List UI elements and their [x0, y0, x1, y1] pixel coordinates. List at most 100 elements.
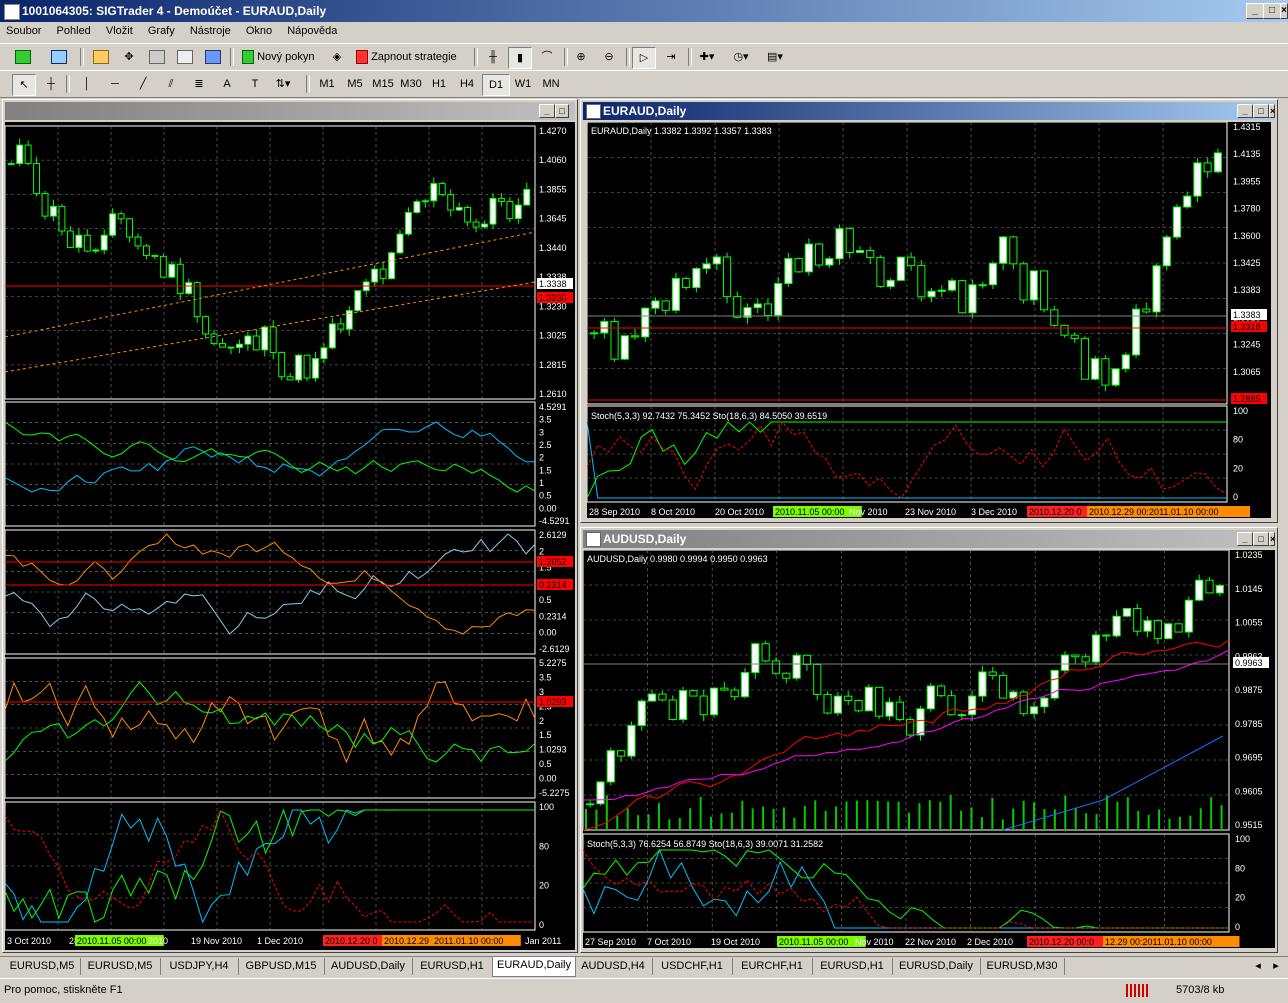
volume-bar — [1105, 795, 1108, 830]
chart-tab[interactable]: EURUSD,M5 — [4, 958, 81, 975]
chart-window-left-titlebar[interactable]: _ □ — [5, 102, 575, 120]
new-order-button[interactable]: Nový pokyn — [238, 47, 319, 67]
market-watch-icon[interactable] — [90, 47, 112, 67]
left-chart-area[interactable]: 1.4270 1.4060 1.3855 1.3645 1.3440 1.3338 1.32… — [4, 122, 575, 950]
timeframe-h1[interactable]: H1 — [426, 74, 452, 94]
menu-view[interactable]: Pohled — [51, 22, 97, 40]
profiles-icon[interactable] — [48, 47, 70, 67]
menu-charts[interactable]: Grafy — [142, 22, 181, 40]
fibonacci-icon[interactable]: ≣ — [188, 74, 210, 94]
menu-file[interactable]: Soubor — [0, 22, 47, 40]
audusd-close-button[interactable]: × — [1269, 532, 1275, 546]
audusd-chart-area[interactable]: AUDUSD,Daily 0.9980 0.9994 0.9950 0.9963… — [582, 549, 1275, 948]
candle-body — [337, 323, 345, 330]
candle-body — [75, 234, 83, 249]
navigator-icon[interactable] — [146, 47, 168, 67]
candle-body — [58, 205, 66, 232]
euraud-close-button[interactable]: × — [1269, 104, 1275, 118]
text-icon[interactable]: A — [216, 74, 238, 94]
volume-bar — [876, 800, 879, 830]
chart-window-left[interactable]: _ □ 1.4270 1.4060 1.3855 1.3645 1.3440 1.3338… — [2, 99, 578, 953]
chart-tab[interactable]: AUDUSD,H4 — [574, 958, 653, 975]
chart-tab[interactable]: EURUSD,M30 — [980, 958, 1065, 975]
volume-bar — [1220, 805, 1223, 830]
audusd-chart-svg[interactable]: AUDUSD,Daily 0.9980 0.9994 0.9950 0.9963… — [582, 549, 1275, 948]
euraud-titlebar[interactable]: EURAUD,Daily _ □ × — [583, 102, 1275, 120]
menu-window[interactable]: Okno — [240, 22, 278, 40]
text-label-icon[interactable]: T — [244, 74, 266, 94]
horizontal-line-icon[interactable]: ─ — [104, 74, 126, 94]
audusd-maximize-button[interactable]: □ — [1253, 532, 1269, 546]
arrows-icon[interactable]: ⇅▾ — [272, 74, 294, 94]
candlestick-icon[interactable]: ▮ — [508, 47, 532, 69]
euraud-maximize-button[interactable]: □ — [1253, 104, 1269, 118]
autoscroll-icon[interactable]: ▷ — [632, 47, 656, 69]
candle-body — [168, 263, 176, 278]
timeframe-mn[interactable]: MN — [538, 74, 564, 94]
audusd-titlebar[interactable]: AUDUSD,Daily _ □ × — [583, 530, 1275, 548]
chart-shift-icon[interactable]: ⇥ — [660, 47, 682, 67]
volume-bar — [616, 816, 619, 830]
chart-window-euraud[interactable]: EURAUD,Daily _ □ × EURAUD,Daily 1.3382 1… — [580, 99, 1278, 523]
zoom-in-icon[interactable]: ⊕ — [570, 47, 592, 67]
candle-body — [968, 284, 977, 314]
candle-body — [303, 354, 311, 379]
timeframe-h4[interactable]: H4 — [454, 74, 480, 94]
audusd-minimize-button[interactable]: _ — [1237, 532, 1253, 546]
timeframe-w1[interactable]: W1 — [510, 74, 536, 94]
maximize-button[interactable]: □ — [1263, 3, 1281, 19]
auto-strategy-button[interactable]: Zapnout strategie — [352, 47, 461, 67]
vertical-line-icon[interactable]: │ — [76, 74, 98, 94]
chart-tab[interactable]: AUDUSD,Daily — [324, 958, 413, 975]
minimize-button[interactable]: _ — [1246, 3, 1264, 19]
menu-insert[interactable]: Vložit — [100, 22, 139, 40]
chart-tab[interactable]: EURUSD,H1 — [812, 958, 893, 975]
left-chart-svg[interactable]: 1.4270 1.4060 1.3855 1.3645 1.3440 1.3338 1.32… — [4, 122, 575, 950]
menu-tools[interactable]: Nástroje — [184, 22, 237, 40]
price-axis-label: 1.3955 — [1233, 176, 1261, 186]
chart-tab[interactable]: EURCHF,H1 — [732, 958, 813, 975]
euraud-chart-svg[interactable]: EURAUD,Daily 1.3382 1.3392 1.3357 1.3383… — [586, 121, 1271, 518]
line-chart-icon[interactable]: ⌒ — [536, 47, 558, 67]
signal-icon[interactable]: ◈ — [326, 47, 348, 67]
chart-tab[interactable]: USDJPY,H4 — [160, 958, 239, 975]
tabs-scroll-right-icon[interactable]: ▸ — [1268, 958, 1284, 974]
templates-icon[interactable]: ▤▾ — [764, 47, 786, 67]
timeframe-m1[interactable]: M1 — [314, 74, 340, 94]
periods-clock-icon[interactable]: ◷▾ — [730, 47, 752, 67]
euraud-chart-area[interactable]: EURAUD,Daily 1.3382 1.3392 1.3357 1.3383… — [586, 121, 1271, 518]
price-axis-label: 1.3383 — [1233, 285, 1261, 295]
chart-tab[interactable]: EURUSD,Daily — [892, 958, 981, 975]
bar-chart-icon[interactable]: ╫ — [482, 47, 504, 67]
chart-tab[interactable]: GBPUSD,M15 — [238, 958, 325, 975]
trendline-icon[interactable]: ╱ — [132, 74, 154, 94]
terminal-icon[interactable] — [174, 47, 196, 67]
chart-tab[interactable]: EURAUD,Daily — [492, 957, 576, 977]
candle-body — [835, 228, 844, 260]
crosshair-icon[interactable]: ┼ — [40, 74, 62, 94]
candle-body — [41, 193, 49, 217]
timeframe-d1[interactable]: D1 — [482, 74, 510, 96]
euraud-minimize-button[interactable]: _ — [1237, 104, 1253, 118]
crosshair-nav-icon[interactable]: ✥ — [118, 47, 140, 67]
cursor-icon[interactable]: ↖ — [12, 74, 36, 96]
indicators-icon[interactable]: ✚▾ — [696, 47, 718, 67]
timeframe-m30[interactable]: M30 — [398, 74, 424, 94]
volume-bar — [1053, 809, 1056, 830]
timeframe-m5[interactable]: M5 — [342, 74, 368, 94]
equidistant-channel-icon[interactable]: ⫽ — [160, 74, 182, 94]
left-minimize-button[interactable]: _ — [539, 104, 555, 118]
timeframe-m15[interactable]: M15 — [370, 74, 396, 94]
menu-help[interactable]: Nápověda — [281, 22, 343, 40]
chart-window-audusd[interactable]: AUDUSD,Daily _ □ × AUDUSD,Daily 0.9980 0… — [580, 527, 1278, 953]
left-maximize-button[interactable]: □ — [555, 104, 569, 118]
tabs-scroll-left-icon[interactable]: ◂ — [1250, 958, 1266, 974]
new-chart-icon[interactable] — [12, 47, 34, 67]
chart-tab[interactable]: EURUSD,M5 — [80, 958, 161, 975]
chart-tab[interactable]: EURUSD,H1 — [412, 958, 493, 975]
zoom-out-icon[interactable]: ⊖ — [598, 47, 620, 67]
chart-tab[interactable]: USDCHF,H1 — [652, 958, 733, 975]
close-button[interactable]: × — [1280, 3, 1288, 19]
tester-icon[interactable] — [202, 47, 224, 67]
stoch-axis-label: 20 — [539, 881, 549, 891]
